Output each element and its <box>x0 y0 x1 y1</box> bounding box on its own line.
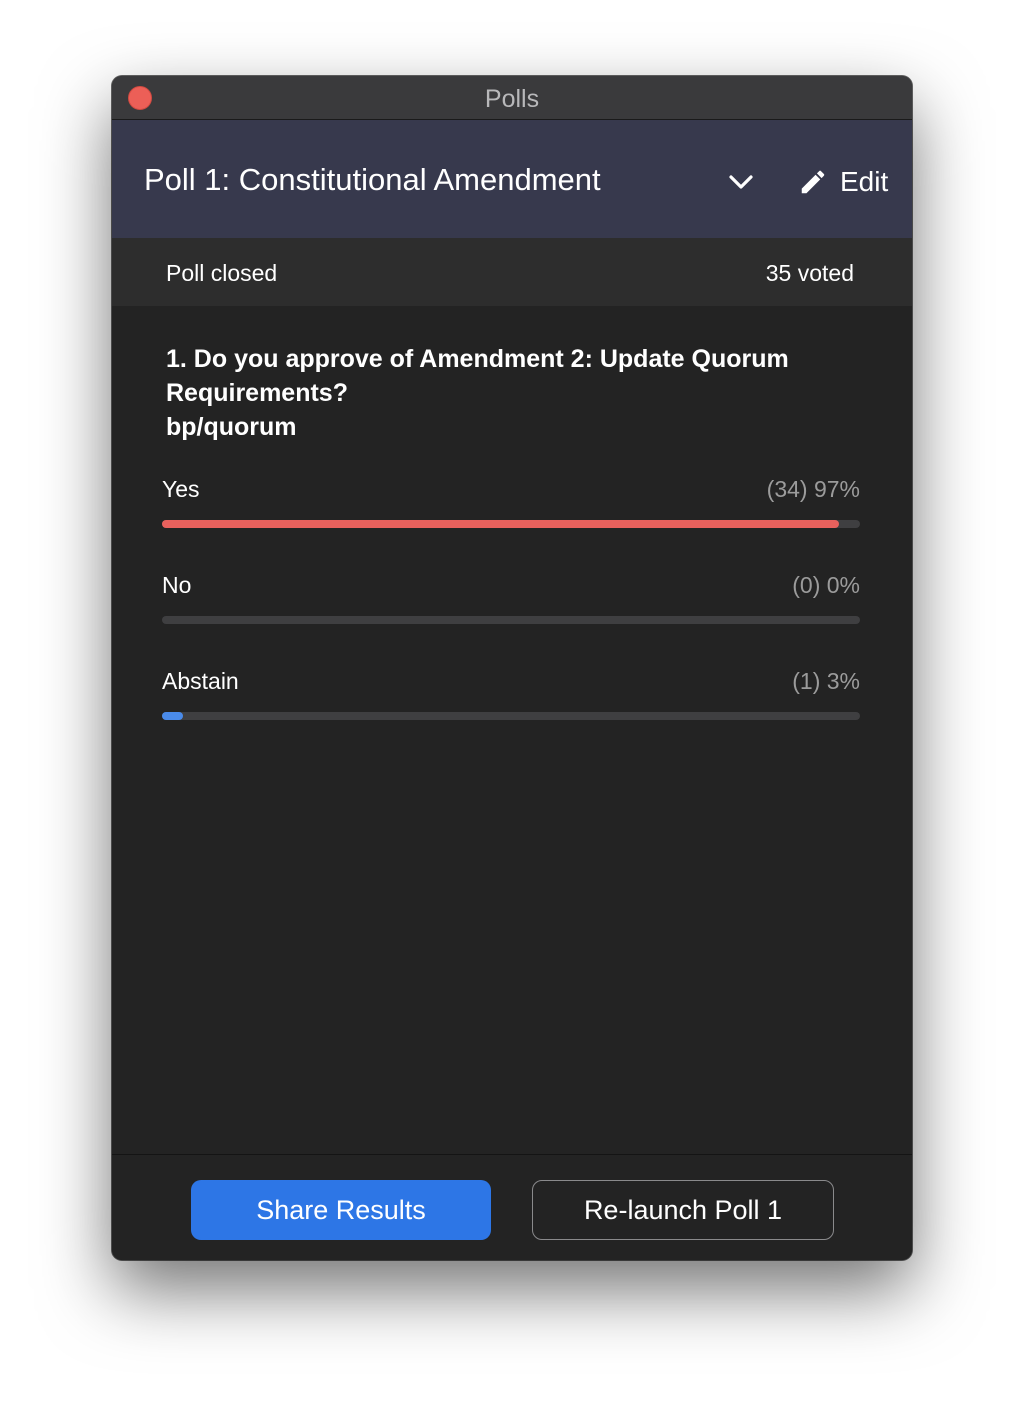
answer-no: No (0) 0% <box>162 572 860 632</box>
polls-window: Polls Poll 1: Constitutional Amendment E… <box>112 76 912 1260</box>
poll-title: Poll 1: Constitutional Amendment <box>144 162 601 197</box>
poll-status: Poll closed <box>166 260 278 286</box>
voted-count: 35 voted <box>765 260 854 286</box>
result-bar-fill <box>162 520 839 528</box>
poll-header: Poll 1: Constitutional Amendment Edit <box>112 120 912 238</box>
edit-button[interactable]: Edit <box>798 164 888 200</box>
window-title: Polls <box>484 85 540 113</box>
relaunch-poll-button[interactable]: Re-launch Poll 1 <box>532 1180 834 1240</box>
answer-label: No <box>162 572 192 598</box>
result-bar-track <box>162 520 860 528</box>
answer-stat: (1) 3% <box>792 668 860 694</box>
answer-stat: (0) 0% <box>792 572 860 598</box>
pencil-icon <box>801 170 825 194</box>
poll-dropdown-button[interactable] <box>724 170 758 196</box>
result-bar-track <box>162 616 860 624</box>
answer-label: Yes <box>162 476 200 502</box>
result-bar-fill <box>162 712 183 720</box>
footer: Share Results Re-launch Poll 1 <box>112 1154 912 1260</box>
share-results-button[interactable]: Share Results <box>191 1180 491 1240</box>
edit-label: Edit <box>840 166 889 197</box>
answer-yes: Yes (34) 97% <box>162 476 860 536</box>
question-text: 1. Do you approve of Amendment 2: Update… <box>166 345 789 441</box>
answer-label: Abstain <box>162 668 239 694</box>
answer-stat: (34) 97% <box>766 476 860 502</box>
title-bar: Polls <box>112 76 912 120</box>
status-bar: Poll closed 35 voted <box>112 238 912 306</box>
chevron-down-icon <box>729 175 753 189</box>
result-bar-track <box>162 712 860 720</box>
answer-abstain: Abstain (1) 3% <box>162 668 860 728</box>
